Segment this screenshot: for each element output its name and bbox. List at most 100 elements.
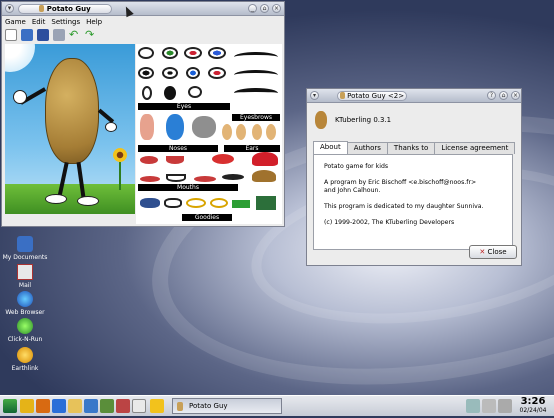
tab-thanks-to[interactable]: Thanks to bbox=[386, 142, 436, 154]
mail-icon bbox=[17, 264, 33, 280]
desktop-icon-label: Mail bbox=[18, 282, 32, 289]
menu-help[interactable]: Help bbox=[86, 18, 102, 26]
mouth-part-4[interactable] bbox=[140, 176, 160, 182]
nose-part-1[interactable] bbox=[140, 114, 154, 140]
grass bbox=[5, 184, 135, 214]
mouth-part-3[interactable] bbox=[212, 154, 234, 164]
goodie-part-4[interactable] bbox=[210, 198, 228, 208]
desktop-icon-web-browser[interactable]: Web Browser bbox=[1, 291, 49, 316]
goodie-part-6[interactable] bbox=[256, 196, 276, 210]
eye-part-9[interactable] bbox=[142, 86, 152, 100]
sun-icon bbox=[5, 44, 35, 72]
desktop-icon-my-documents[interactable]: My Documents bbox=[1, 236, 49, 261]
eyebrow-part-2[interactable] bbox=[234, 70, 278, 80]
clock[interactable]: 3:26 02/24/04 bbox=[514, 397, 552, 415]
dialog-close-button[interactable]: × bbox=[511, 91, 520, 100]
desktop-icon-earthlink[interactable]: Earthlink bbox=[1, 347, 49, 372]
about-panel: Potato game for kids A program by Eric B… bbox=[313, 154, 513, 250]
eye-part-4[interactable] bbox=[208, 47, 226, 59]
launcher-icon-7[interactable] bbox=[100, 399, 114, 413]
about-titlebar[interactable]: ▾ Potato Guy <2> ? ⌂ × bbox=[307, 89, 521, 103]
dialog-maximize-button[interactable]: ⌂ bbox=[499, 91, 508, 100]
clock-time: 3:26 bbox=[520, 396, 546, 407]
potato-titlebar[interactable]: ▾ Potato Guy _ ⌂ × bbox=[2, 2, 284, 16]
eye-part-1[interactable] bbox=[138, 47, 154, 59]
maximize-button[interactable]: ⌂ bbox=[260, 4, 269, 13]
new-icon[interactable] bbox=[5, 29, 17, 41]
desktop-icon-label: Click-N-Run bbox=[7, 336, 43, 343]
eye-part-8[interactable] bbox=[208, 67, 226, 79]
mouth-part-7[interactable] bbox=[222, 174, 244, 180]
eye-part-3[interactable] bbox=[184, 47, 202, 59]
menu-edit[interactable]: Edit bbox=[32, 18, 46, 26]
launcher-icon-2[interactable] bbox=[20, 399, 34, 413]
mouth-part-1[interactable] bbox=[140, 156, 158, 164]
eye-part-2[interactable] bbox=[162, 47, 178, 59]
goodie-part-2[interactable] bbox=[164, 198, 182, 208]
hat-part-2[interactable] bbox=[252, 170, 276, 182]
close-dialog-button[interactable]: ✕ Close bbox=[469, 245, 517, 259]
launcher-icon-8[interactable] bbox=[116, 399, 130, 413]
hat-part-1[interactable] bbox=[252, 152, 278, 166]
bowtie-icon[interactable] bbox=[232, 200, 250, 208]
ear-part-4[interactable] bbox=[266, 124, 276, 140]
eyebrows-label: Eyesbrows bbox=[232, 114, 280, 121]
launcher-icon-9[interactable] bbox=[132, 399, 146, 413]
menu-settings[interactable]: Settings bbox=[51, 18, 80, 26]
menu-game[interactable]: Game bbox=[5, 18, 26, 26]
author-line-1: A program by Eric Bischoff <e.bischoff@n… bbox=[324, 179, 477, 186]
potato-right-shoe bbox=[77, 196, 99, 206]
ear-part-1[interactable] bbox=[222, 124, 232, 140]
tab-authors[interactable]: Authors bbox=[346, 142, 388, 154]
window-menu-button[interactable]: ▾ bbox=[5, 4, 14, 13]
launcher-icon-4[interactable] bbox=[52, 399, 66, 413]
open-icon[interactable] bbox=[21, 29, 33, 41]
ear-part-2[interactable] bbox=[236, 124, 246, 140]
tab-about[interactable]: About bbox=[313, 141, 348, 154]
eyebrow-part-1[interactable] bbox=[234, 52, 278, 62]
launcher-icon-10[interactable] bbox=[150, 399, 164, 413]
speaker-icon[interactable] bbox=[498, 399, 512, 413]
nose-part-3[interactable] bbox=[192, 116, 216, 138]
redo-icon[interactable]: ↷ bbox=[85, 29, 97, 41]
tray-icon-1[interactable] bbox=[466, 399, 480, 413]
mouth-part-5[interactable] bbox=[166, 174, 186, 182]
goodie-part-3[interactable] bbox=[186, 198, 206, 208]
ear-part-3[interactable] bbox=[252, 124, 262, 140]
undo-icon[interactable]: ↶ bbox=[69, 29, 81, 41]
eye-part-6[interactable] bbox=[162, 67, 178, 79]
taskbar-task-potato-guy[interactable]: Potato Guy bbox=[172, 398, 282, 414]
launcher-icon-6[interactable] bbox=[84, 399, 98, 413]
goodies-label: Goodies bbox=[182, 214, 232, 221]
flower-icon bbox=[113, 148, 127, 162]
nose-part-2[interactable] bbox=[166, 114, 184, 140]
eye-part-11[interactable] bbox=[188, 86, 202, 98]
goodie-part-1[interactable] bbox=[140, 198, 160, 208]
help-button[interactable]: ? bbox=[487, 91, 496, 100]
potato-playground[interactable] bbox=[5, 44, 135, 214]
eye-part-10[interactable] bbox=[164, 86, 176, 100]
about-tabs: About Authors Thanks to License agreemen… bbox=[313, 141, 516, 154]
task-label: Potato Guy bbox=[189, 402, 228, 410]
tray-icon-2[interactable] bbox=[482, 399, 496, 413]
launcher-icon-5[interactable] bbox=[68, 399, 82, 413]
save-icon[interactable] bbox=[37, 29, 49, 41]
eye-part-5[interactable] bbox=[138, 67, 154, 79]
start-menu-icon[interactable] bbox=[3, 399, 17, 413]
about-title-text: Potato Guy <2> bbox=[347, 92, 405, 100]
minimize-button[interactable]: _ bbox=[248, 4, 257, 13]
mouth-part-2[interactable] bbox=[166, 156, 184, 164]
print-icon[interactable] bbox=[53, 29, 65, 41]
tab-license-agreement[interactable]: License agreement bbox=[434, 142, 516, 154]
mouth-part-6[interactable] bbox=[194, 176, 216, 182]
desktop-icon-mail[interactable]: Mail bbox=[1, 264, 49, 289]
desktop-icon-label: Earthlink bbox=[11, 365, 39, 372]
close-button[interactable]: × bbox=[272, 4, 281, 13]
eye-part-7[interactable] bbox=[186, 67, 200, 79]
launcher-icon-3[interactable] bbox=[36, 399, 50, 413]
eyebrow-part-3[interactable] bbox=[234, 88, 278, 98]
menu-bar: Game Edit Settings Help bbox=[2, 16, 284, 28]
close-x-icon: ✕ bbox=[479, 248, 486, 256]
dialog-menu-button[interactable]: ▾ bbox=[310, 91, 319, 100]
desktop-icon-click-n-run[interactable]: Click-N-Run bbox=[1, 318, 49, 343]
